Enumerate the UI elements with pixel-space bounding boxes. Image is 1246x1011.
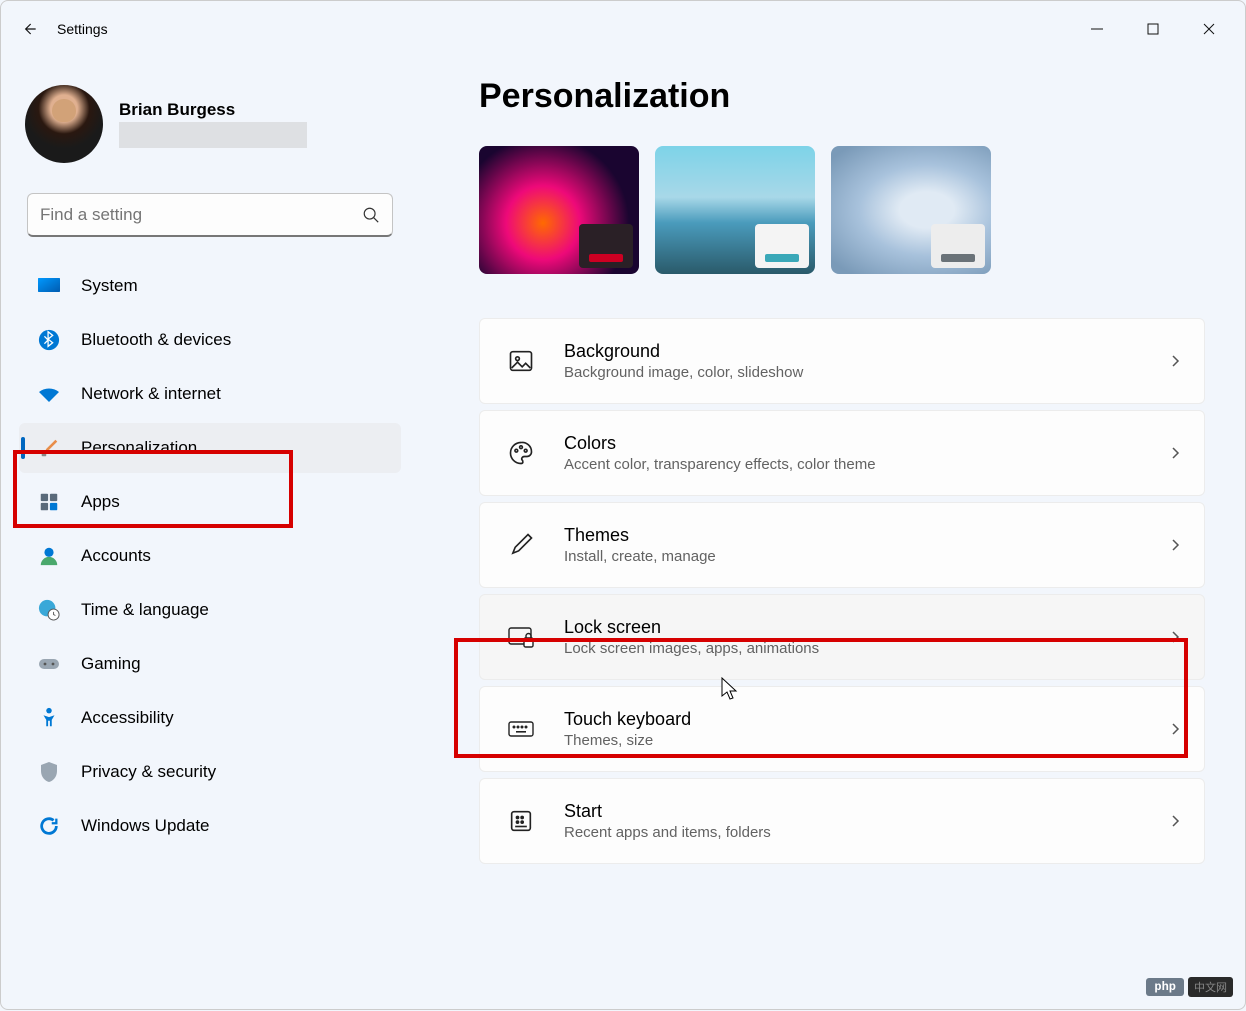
nav: System Bluetooth & devices Network & int… — [19, 261, 401, 851]
apps-icon — [37, 490, 61, 514]
image-icon — [506, 346, 536, 376]
sidebar-item-label: Personalization — [81, 438, 197, 458]
sidebar-item-label: System — [81, 276, 138, 296]
sidebar-item-privacy[interactable]: Privacy & security — [19, 747, 401, 797]
user-name: Brian Burgess — [119, 100, 307, 120]
close-icon — [1202, 22, 1216, 36]
bluetooth-icon — [37, 328, 61, 352]
sidebar-item-label: Accounts — [81, 546, 151, 566]
theme-previews — [479, 146, 1205, 274]
globe-clock-icon — [37, 598, 61, 622]
setting-background[interactable]: Background Background image, color, slid… — [479, 318, 1205, 404]
theme-preview-3[interactable] — [831, 146, 991, 274]
sidebar-item-label: Time & language — [81, 600, 209, 620]
sidebar-item-label: Privacy & security — [81, 762, 216, 782]
keyboard-icon — [506, 714, 536, 744]
brush-outline-icon — [506, 530, 536, 560]
setting-touch-keyboard[interactable]: Touch keyboard Themes, size — [479, 686, 1205, 772]
setting-desc: Accent color, transparency effects, colo… — [564, 456, 1140, 473]
sidebar-item-gaming[interactable]: Gaming — [19, 639, 401, 689]
setting-title: Touch keyboard — [564, 709, 1140, 730]
sidebar-item-accessibility[interactable]: Accessibility — [19, 693, 401, 743]
maximize-icon — [1146, 22, 1160, 36]
sidebar-item-accounts[interactable]: Accounts — [19, 531, 401, 581]
minimize-icon — [1090, 22, 1104, 36]
theme-preview-2[interactable] — [655, 146, 815, 274]
app-title: Settings — [57, 21, 108, 37]
setting-lock-screen[interactable]: Lock screen Lock screen images, apps, an… — [479, 594, 1205, 680]
maximize-button[interactable] — [1125, 9, 1181, 49]
arrow-left-icon — [19, 19, 39, 39]
minimize-button[interactable] — [1069, 9, 1125, 49]
chevron-right-icon — [1168, 446, 1182, 460]
shield-icon — [37, 760, 61, 784]
system-icon — [37, 274, 61, 298]
chevron-right-icon — [1168, 630, 1182, 644]
setting-desc: Recent apps and items, folders — [564, 824, 1140, 841]
page-title: Personalization — [479, 77, 1205, 116]
sidebar-item-label: Bluetooth & devices — [81, 330, 231, 350]
sidebar-item-label: Network & internet — [81, 384, 221, 404]
caption-controls — [1069, 9, 1237, 49]
chevron-right-icon — [1168, 354, 1182, 368]
setting-themes[interactable]: Themes Install, create, manage — [479, 502, 1205, 588]
chevron-right-icon — [1168, 538, 1182, 552]
setting-desc: Themes, size — [564, 732, 1140, 749]
back-button[interactable] — [9, 9, 49, 49]
user-section[interactable]: Brian Burgess — [19, 69, 401, 189]
setting-desc: Lock screen images, apps, animations — [564, 640, 1140, 657]
brush-icon — [37, 436, 61, 460]
titlebar: Settings — [1, 1, 1245, 57]
wifi-icon — [37, 382, 61, 406]
chevron-right-icon — [1168, 814, 1182, 828]
search-input[interactable] — [40, 205, 362, 225]
setting-title: Lock screen — [564, 617, 1140, 638]
theme-preview-1[interactable] — [479, 146, 639, 274]
avatar — [25, 85, 103, 163]
setting-start[interactable]: Start Recent apps and items, folders — [479, 778, 1205, 864]
update-icon — [37, 814, 61, 838]
setting-title: Colors — [564, 433, 1140, 454]
lock-screen-icon — [506, 622, 536, 652]
sidebar-item-network[interactable]: Network & internet — [19, 369, 401, 419]
watermark-left: php — [1146, 978, 1184, 996]
gaming-icon — [37, 652, 61, 676]
sidebar-item-label: Windows Update — [81, 816, 210, 836]
watermark-right: 中文网 — [1188, 977, 1233, 997]
setting-title: Background — [564, 341, 1140, 362]
setting-desc: Install, create, manage — [564, 548, 1140, 565]
sidebar-item-system[interactable]: System — [19, 261, 401, 311]
palette-icon — [506, 438, 536, 468]
search-box[interactable] — [27, 193, 393, 237]
start-icon — [506, 806, 536, 836]
sidebar-item-label: Apps — [81, 492, 120, 512]
accessibility-icon — [37, 706, 61, 730]
main-content: Personalization Background Background im… — [421, 57, 1245, 1011]
setting-colors[interactable]: Colors Accent color, transparency effect… — [479, 410, 1205, 496]
sidebar-item-bluetooth[interactable]: Bluetooth & devices — [19, 315, 401, 365]
chevron-right-icon — [1168, 722, 1182, 736]
account-icon — [37, 544, 61, 568]
search-icon — [362, 206, 380, 224]
setting-title: Themes — [564, 525, 1140, 546]
user-email-redacted — [119, 122, 307, 148]
sidebar-item-apps[interactable]: Apps — [19, 477, 401, 527]
sidebar: Brian Burgess System Bluetooth & devices… — [1, 57, 421, 1011]
sidebar-item-label: Gaming — [81, 654, 141, 674]
sidebar-item-update[interactable]: Windows Update — [19, 801, 401, 851]
sidebar-item-personalization[interactable]: Personalization — [19, 423, 401, 473]
settings-list: Background Background image, color, slid… — [479, 318, 1205, 864]
setting-title: Start — [564, 801, 1140, 822]
sidebar-item-label: Accessibility — [81, 708, 174, 728]
setting-desc: Background image, color, slideshow — [564, 364, 1140, 381]
watermark: php 中文网 — [1146, 977, 1233, 997]
sidebar-item-time[interactable]: Time & language — [19, 585, 401, 635]
close-button[interactable] — [1181, 9, 1237, 49]
